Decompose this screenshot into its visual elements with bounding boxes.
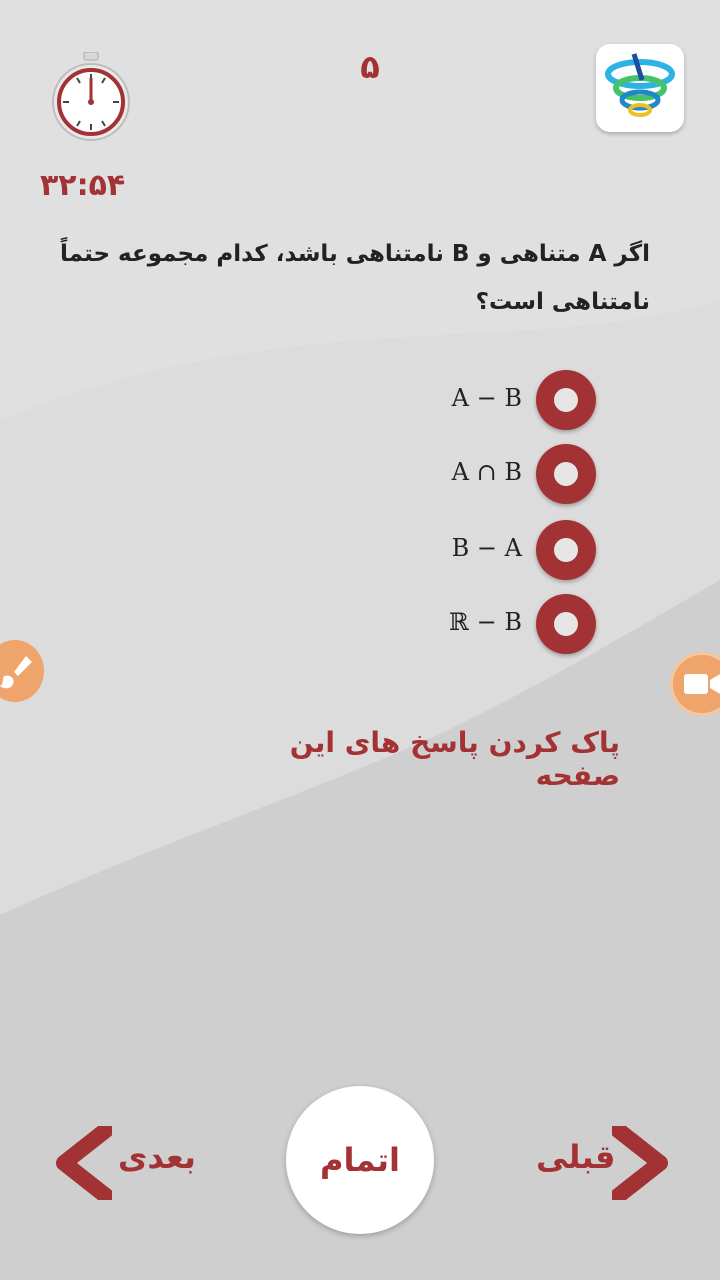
question-line-2: نامتناهی است؟ (475, 289, 650, 315)
clear-answers-link[interactable]: پاک کردن پاسخ های این صفحه (220, 726, 620, 792)
option-4[interactable]: ℝ − B (430, 594, 600, 658)
question-text: اگر A متناهی و B نامتناهی باشد، کدام مجم… (60, 230, 650, 326)
option-label: ℝ − B (449, 608, 522, 636)
video-button[interactable] (670, 652, 720, 716)
stopwatch-icon (52, 52, 130, 141)
previous-label: قبلی (536, 1138, 616, 1176)
question-number: ۵ (360, 48, 380, 86)
radio-button[interactable] (536, 594, 596, 654)
chevron-left-icon (56, 1126, 112, 1200)
option-1[interactable]: A − B (430, 370, 600, 434)
radio-button[interactable] (536, 444, 596, 504)
next-button[interactable]: بعدی (50, 1126, 220, 1200)
question-line-1: اگر A متناهی و B نامتناهی باشد، کدام مجم… (60, 241, 650, 267)
option-label: B − A (451, 534, 522, 562)
brush-button[interactable] (0, 640, 44, 702)
option-label: A − B (451, 384, 522, 412)
radio-button[interactable] (536, 370, 596, 430)
option-3[interactable]: B − A (430, 520, 600, 584)
brush-icon (0, 656, 32, 689)
finish-button[interactable]: اتمام (286, 1086, 434, 1234)
next-label: بعدی (118, 1138, 196, 1176)
timer-text: ۳۲:۵۴ (40, 168, 126, 203)
app-logo-icon[interactable] (596, 44, 684, 132)
option-2[interactable]: A ∩ B (430, 444, 600, 508)
video-camera-icon (684, 674, 720, 694)
chevron-right-icon (612, 1126, 668, 1200)
option-label: A ∩ B (451, 458, 522, 486)
radio-button[interactable] (536, 520, 596, 580)
previous-button[interactable]: قبلی (530, 1126, 680, 1200)
